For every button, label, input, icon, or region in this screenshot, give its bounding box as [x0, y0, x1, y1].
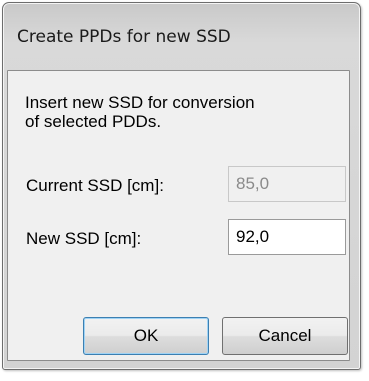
new-ssd-label: New SSD [cm]: [26, 229, 142, 248]
description-line-2: of selected PDDs. [25, 112, 162, 131]
description-text: Insert new SSD for conversion of selecte… [25, 93, 345, 131]
cancel-button[interactable]: Cancel [222, 317, 348, 355]
current-ssd-field [228, 166, 346, 202]
dialog-title: Create PPDs for new SSD [17, 27, 231, 47]
description-line-1: Insert new SSD for conversion [25, 93, 255, 112]
ok-button[interactable]: OK [83, 317, 209, 355]
new-ssd-field[interactable] [228, 219, 346, 255]
current-ssd-label: Current SSD [cm]: [26, 176, 164, 195]
